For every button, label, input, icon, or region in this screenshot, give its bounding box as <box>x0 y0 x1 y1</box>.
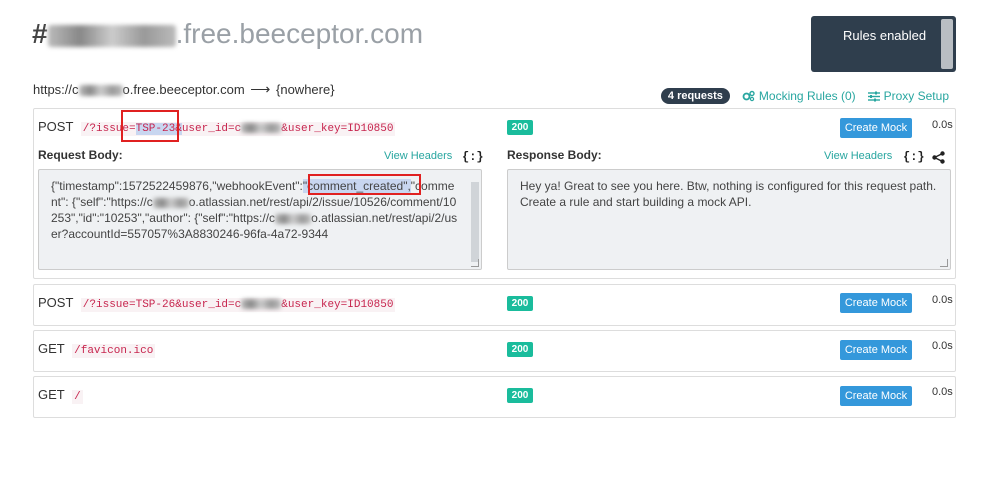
toolbar: 4 requests Mocking Rules (0) Proxy Setup <box>660 88 949 104</box>
request-card-3[interactable]: GET /favicon.ico 200 Create Mock 0.0s <box>33 330 956 372</box>
sliders-icon <box>867 91 880 101</box>
request-path: / <box>72 390 83 404</box>
highlight-box-issue <box>121 110 179 142</box>
path-part: &user_key=ID10850 <box>281 299 394 311</box>
title-domain-suffix: .free.beeceptor.com <box>175 18 424 49</box>
redacted-user-id <box>241 299 282 310</box>
mocking-rules-link[interactable]: Mocking Rules (0) <box>742 89 856 103</box>
request-method: GET <box>38 341 65 356</box>
create-mock-button[interactable]: Create Mock <box>840 118 912 138</box>
rules-enabled-toggle[interactable]: Rules enabled <box>811 16 956 72</box>
toggle-handle[interactable] <box>941 19 953 69</box>
title-hash: # <box>32 18 48 49</box>
arrow-right-icon: ⟶ <box>250 81 271 97</box>
path-part: &user_key=ID10850 <box>281 123 394 135</box>
share-icon[interactable] <box>932 151 945 164</box>
request-line: GET / <box>38 387 83 404</box>
status-badge: 200 <box>507 296 533 311</box>
redacted-subdomain <box>47 24 176 47</box>
redacted-host <box>275 213 312 224</box>
request-count-badge: 4 requests <box>660 88 730 104</box>
request-card-1[interactable]: POST /?issue=TSP-23&user_id=c &user_key=I… <box>33 108 956 279</box>
request-card-4[interactable]: GET / 200 Create Mock 0.0s <box>33 376 956 418</box>
request-line: POST /?issue=TSP-23&user_id=c &user_key=I… <box>38 119 396 136</box>
request-method: POST <box>38 119 74 134</box>
response-time: 0.0s <box>932 294 953 306</box>
response-time: 0.0s <box>932 119 953 131</box>
redacted-host <box>152 197 189 208</box>
endpoint-url-prefix: https://c <box>33 82 79 97</box>
path-part: user_id=c <box>181 123 242 135</box>
request-method: POST <box>38 295 74 310</box>
status-badge: 200 <box>507 388 533 403</box>
create-mock-button[interactable]: Create Mock <box>840 386 912 406</box>
response-time: 0.0s <box>932 386 953 398</box>
endpoint-url-suffix: o.free.beeceptor.com <box>122 82 245 97</box>
response-body-label: Response Body: <box>507 148 602 162</box>
rules-enabled-label: Rules enabled <box>843 28 927 43</box>
view-headers-response-link[interactable]: View Headers <box>824 150 892 162</box>
status-badge: 200 <box>507 120 533 135</box>
mocking-rules-label: Mocking Rules (0) <box>758 89 856 103</box>
body-text-part: {"timestamp":1572522459876,"webhookEvent… <box>51 179 303 193</box>
resize-handle[interactable] <box>471 259 479 267</box>
proxy-setup-label: Proxy Setup <box>883 89 949 103</box>
resize-handle[interactable] <box>940 259 948 267</box>
proxy-setup-link[interactable]: Proxy Setup <box>867 89 949 103</box>
response-body-textarea[interactable]: Hey ya! Great to see you here. Btw, noth… <box>507 169 951 270</box>
proxy-target: {nowhere} <box>276 82 335 97</box>
request-card-2[interactable]: POST /?issue=TSP-26&user_id=c &user_key=I… <box>33 284 956 326</box>
status-badge: 200 <box>507 342 533 357</box>
redacted-url-part <box>78 85 123 97</box>
page-title: # .free.beeceptor.com <box>32 18 423 50</box>
request-body-label: Request Body: <box>38 148 123 162</box>
proxy-target-line: https://c o.free.beeceptor.com ⟶ {nowhere… <box>33 81 335 98</box>
path-part: /?issue=TSP-26&user_id=c <box>82 299 242 311</box>
response-time: 0.0s <box>932 340 953 352</box>
format-json-icon[interactable]: {:} <box>903 150 925 164</box>
request-body-scrollbar[interactable] <box>471 182 479 262</box>
request-method: GET <box>38 387 65 402</box>
view-headers-request-link[interactable]: View Headers <box>384 150 452 162</box>
request-line: GET /favicon.ico <box>38 341 156 358</box>
response-body-text: Hey ya! Great to see you here. Btw, noth… <box>520 179 937 209</box>
cogs-icon <box>742 90 755 102</box>
create-mock-button[interactable]: Create Mock <box>840 293 912 313</box>
create-mock-button[interactable]: Create Mock <box>840 340 912 360</box>
request-path: /?issue=TSP-26&user_id=c &user_key=ID1085… <box>80 298 396 312</box>
request-line: POST /?issue=TSP-26&user_id=c &user_key=I… <box>38 295 396 312</box>
format-json-icon[interactable]: {:} <box>462 150 484 164</box>
request-path: /favicon.ico <box>72 344 156 358</box>
highlight-box-comment-created <box>308 174 421 195</box>
redacted-user-id <box>241 123 282 134</box>
